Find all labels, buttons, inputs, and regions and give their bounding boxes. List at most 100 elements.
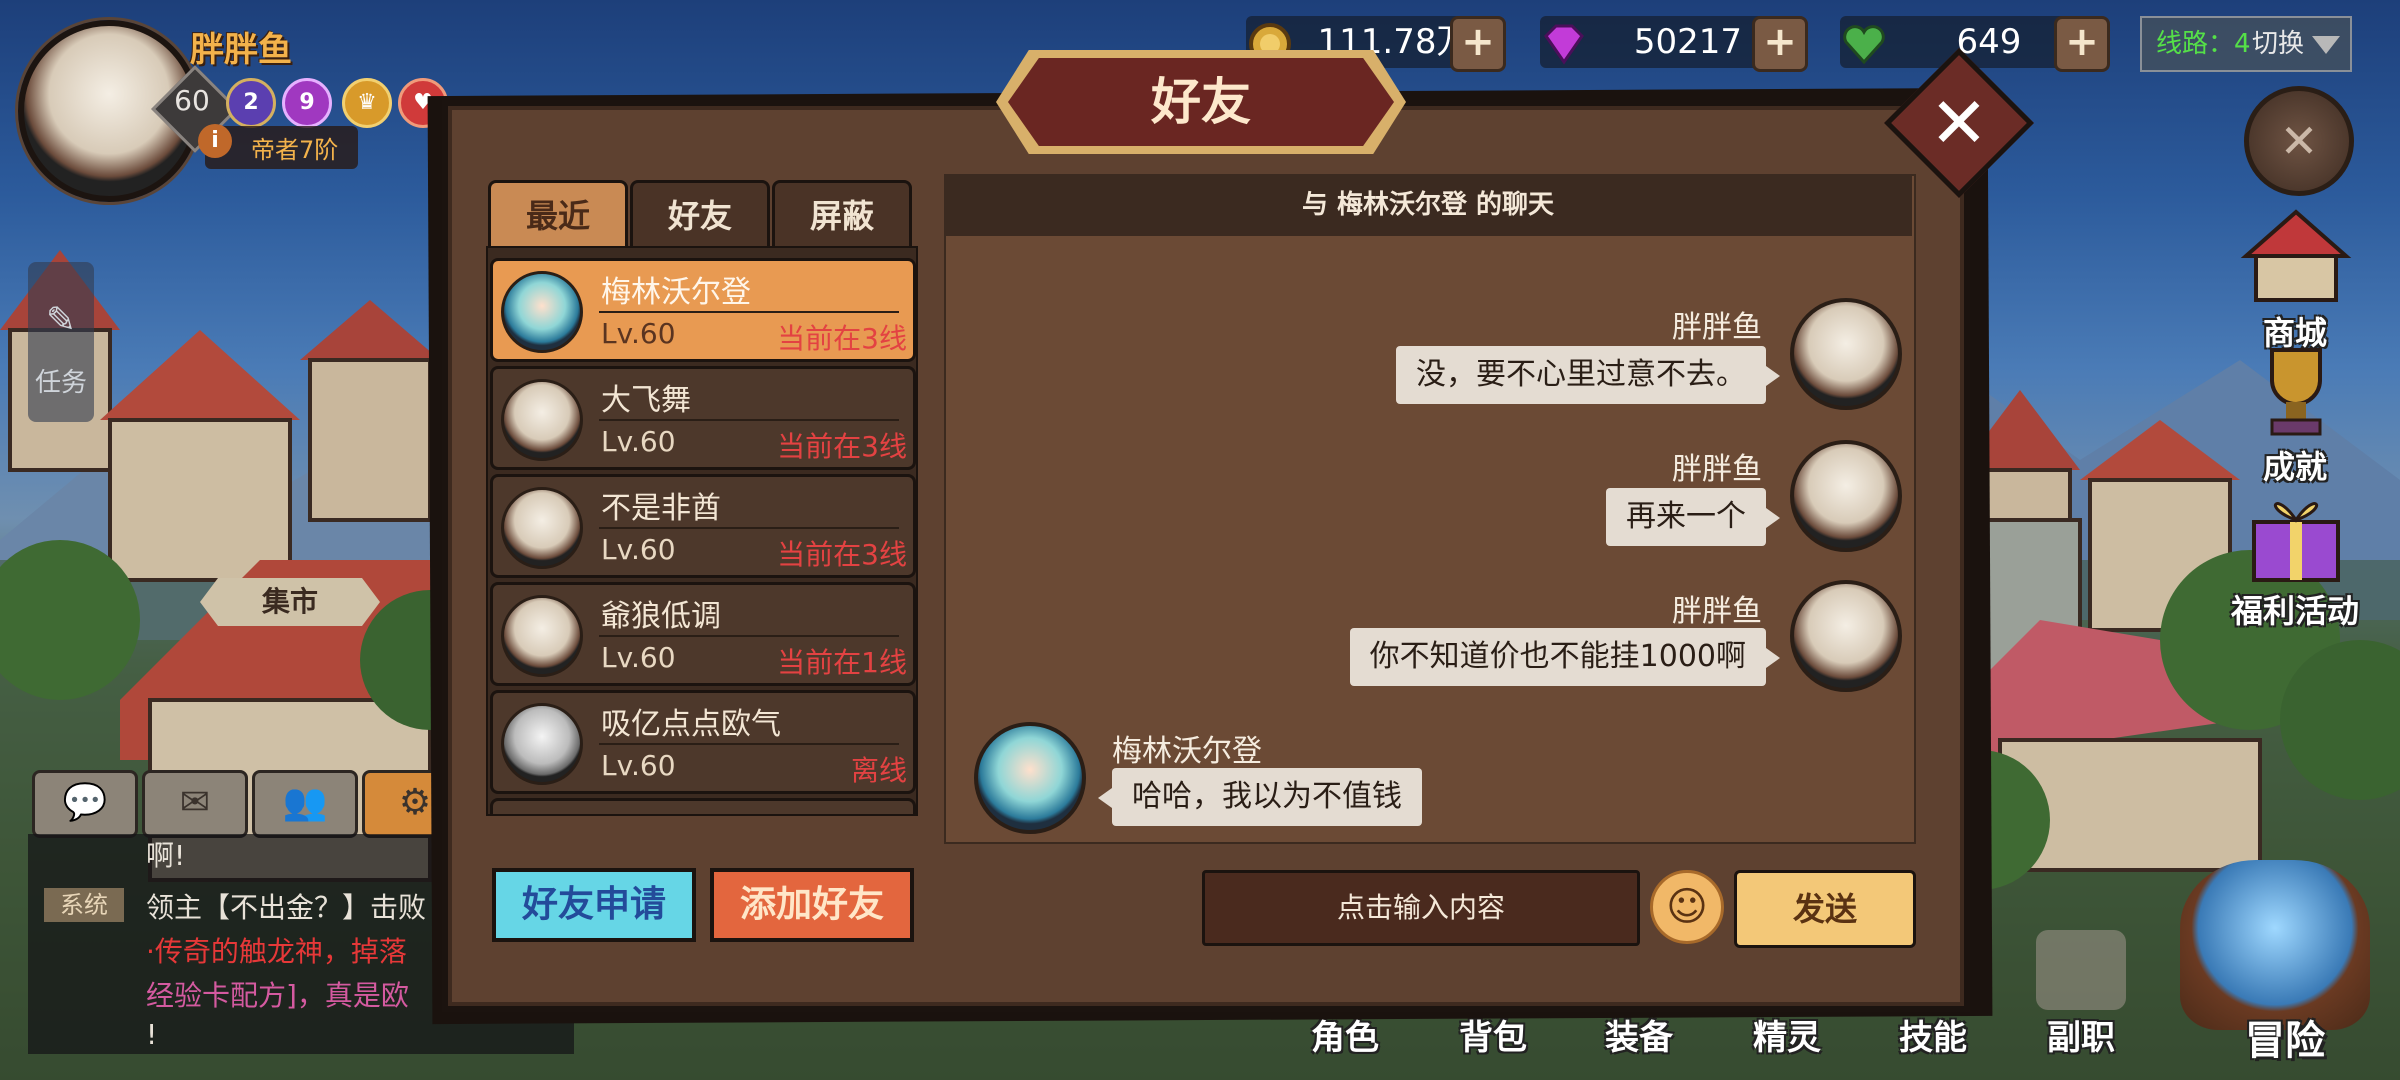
friend-online-status: 离线 bbox=[850, 754, 907, 787]
system-tag: 系统 bbox=[44, 888, 124, 922]
friends-icon[interactable]: 👥 bbox=[252, 770, 358, 838]
bubble-tail bbox=[1766, 648, 1780, 668]
welfare-event-label[interactable]: 福利活动 bbox=[2200, 586, 2390, 632]
friend-avatar bbox=[501, 271, 583, 353]
vip-badge-icon: 9 bbox=[282, 78, 332, 128]
nav-side-job[interactable]: 副职 bbox=[2026, 1010, 2136, 1059]
switch-line-label: 切换 bbox=[2252, 29, 2305, 59]
chat-line: ·传奇的触龙神，掉落 bbox=[146, 935, 407, 968]
friend-level: Lv.60 bbox=[601, 425, 676, 458]
row-divider bbox=[599, 311, 899, 313]
friend-online-status: 当前在3线 bbox=[777, 538, 907, 571]
friend-chat-avatar[interactable] bbox=[974, 722, 1086, 834]
gift-box-icon[interactable] bbox=[2236, 486, 2356, 586]
friend-online-status: 当前在3线 bbox=[777, 322, 907, 355]
friend-level: Lv.60 bbox=[601, 641, 676, 674]
friend-name: 不是非酋 bbox=[601, 491, 721, 526]
sender-avatar[interactable] bbox=[1790, 440, 1902, 552]
tab-recent[interactable]: 最近 bbox=[488, 180, 628, 249]
friend-online-status: 当前在3线 bbox=[777, 430, 907, 463]
add-stamina-button[interactable]: + bbox=[2054, 16, 2110, 72]
crown-badge-icon: ♛ bbox=[342, 78, 392, 128]
chat-bubble-icon[interactable]: 💬 bbox=[32, 770, 138, 838]
sender-avatar[interactable] bbox=[1790, 580, 1902, 692]
gem-counter: 50217 bbox=[1540, 16, 1780, 68]
message-bubble: 哈哈，我以为不值钱 bbox=[1112, 768, 1422, 826]
friend-row-selected[interactable]: 梅林沃尔登 Lv.60 当前在3线 bbox=[490, 258, 916, 362]
chat-line: 经验卡配方]，真是欧 bbox=[146, 979, 409, 1012]
message-sender: 梅林沃尔登 bbox=[1112, 734, 1262, 769]
sender-avatar[interactable] bbox=[1790, 298, 1902, 410]
adventure-portal-icon[interactable] bbox=[2180, 860, 2370, 1030]
friend-avatar-offline bbox=[501, 703, 583, 785]
dialog-title: 好友 bbox=[1151, 73, 1251, 131]
nav-skill[interactable]: 技能 bbox=[1878, 1010, 1988, 1059]
add-gems-button[interactable]: + bbox=[1752, 16, 1808, 72]
tab-blocked[interactable]: 屏蔽 bbox=[772, 180, 912, 249]
info-icon: i bbox=[198, 124, 232, 158]
player-info-panel: 胖胖鱼 60 2 9 ♛ ♥ 帝者7阶 i bbox=[0, 0, 500, 202]
send-button[interactable]: 发送 bbox=[1734, 870, 1916, 948]
message-bubble: 你不知道价也不能挂1000啊 bbox=[1349, 628, 1766, 686]
friend-row[interactable]: 不是非酋 Lv.60 当前在3线 bbox=[490, 474, 916, 578]
quill-icon: ✎ bbox=[45, 300, 77, 341]
shop-tent-icon[interactable] bbox=[2236, 206, 2356, 306]
tab-friends[interactable]: 好友 bbox=[630, 180, 770, 249]
server-line-label: 线路：4 bbox=[2156, 29, 2251, 59]
collapse-menu-button[interactable]: ✕ bbox=[2244, 86, 2354, 196]
friend-level: Lv.60 bbox=[601, 317, 676, 350]
message-bubble: 没，要不心里过意不去。 bbox=[1396, 346, 1766, 404]
collapse-arrows-icon: ✕ bbox=[2279, 114, 2319, 168]
friend-online-status: 当前在1线 bbox=[777, 646, 907, 679]
friend-request-button[interactable]: 好友申请 bbox=[492, 868, 696, 942]
friend-avatar bbox=[501, 595, 583, 677]
emoji-smiley-icon[interactable]: ☺ bbox=[1650, 870, 1724, 944]
chat-line: ! bbox=[146, 1018, 158, 1051]
friend-name: 大飞舞 bbox=[601, 383, 691, 418]
nav-spirit[interactable]: 精灵 bbox=[1732, 1010, 1842, 1059]
player-level: 60 bbox=[174, 84, 210, 117]
message-sender: 胖胖鱼 bbox=[1672, 310, 1762, 345]
dropdown-arrow-icon bbox=[2312, 36, 2340, 54]
row-divider bbox=[599, 527, 899, 529]
friend-row[interactable]: 爺狼低调 Lv.60 当前在1线 bbox=[490, 582, 916, 686]
task-label: 任务 bbox=[34, 368, 87, 398]
mail-icon[interactable]: ✉ bbox=[142, 770, 248, 838]
row-divider bbox=[599, 743, 899, 745]
achievement-label[interactable]: 成就 bbox=[2200, 442, 2390, 488]
green-heart-icon bbox=[1843, 25, 1885, 65]
friend-name: 爺狼低调 bbox=[601, 599, 721, 634]
message-sender: 胖胖鱼 bbox=[1672, 452, 1762, 487]
market-label: 集市 bbox=[261, 585, 318, 618]
friend-avatar bbox=[501, 487, 583, 569]
friend-level: Lv.60 bbox=[601, 749, 676, 782]
chat-line: 领主【不出金？】击败 bbox=[146, 891, 427, 924]
trophy-icon[interactable] bbox=[2236, 340, 2356, 440]
friend-avatar bbox=[501, 379, 583, 461]
gem-icon bbox=[1544, 24, 1584, 65]
player-name: 胖胖鱼 bbox=[190, 30, 292, 70]
close-icon[interactable]: ✕ bbox=[1906, 70, 2012, 176]
bubble-tail bbox=[1766, 508, 1780, 528]
add-friend-button[interactable]: 添加好友 bbox=[710, 868, 914, 942]
rank-badge-icon: 2 bbox=[226, 78, 276, 128]
add-gold-button[interactable]: + bbox=[1450, 16, 1506, 72]
message-sender: 胖胖鱼 bbox=[1672, 594, 1762, 629]
friend-row[interactable]: 大飞舞 Lv.60 当前在3线 bbox=[490, 366, 916, 470]
row-divider bbox=[599, 419, 899, 421]
chat-line: 啊! bbox=[146, 839, 186, 872]
friend-row[interactable]: 吸亿点点欧气 Lv.60 离线 bbox=[490, 690, 916, 794]
bubble-tail bbox=[1098, 788, 1112, 808]
friend-level: Lv.60 bbox=[601, 533, 676, 566]
friend-row-partial[interactable] bbox=[490, 798, 916, 814]
friend-name: 吸亿点点欧气 bbox=[601, 707, 781, 742]
message-bubble: 再来一个 bbox=[1606, 488, 1766, 546]
nav-adventure[interactable]: 冒险 bbox=[2210, 1008, 2360, 1066]
row-divider bbox=[599, 635, 899, 637]
chat-header: 与 梅林沃尔登 的聊天 bbox=[944, 174, 1912, 236]
server-line-switcher[interactable]: 线路：4 切换 bbox=[2140, 16, 2352, 72]
friend-list[interactable]: 梅林沃尔登 Lv.60 当前在3线 大飞舞 Lv.60 当前在3线 不是非酋 L… bbox=[486, 246, 918, 816]
chat-input[interactable]: 点击输入内容 bbox=[1202, 870, 1640, 946]
side-job-book-icon[interactable] bbox=[2036, 930, 2126, 1010]
friend-name: 梅林沃尔登 bbox=[601, 275, 751, 310]
